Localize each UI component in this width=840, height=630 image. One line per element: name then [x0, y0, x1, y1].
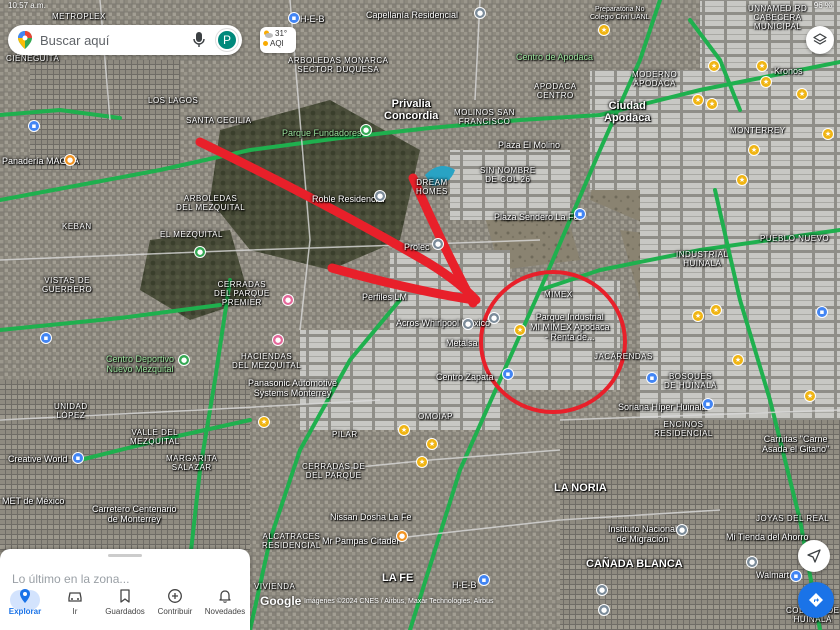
star-pin-icon[interactable]: ★	[732, 354, 744, 366]
place-pin-icon[interactable]: ●	[596, 584, 608, 596]
sheet-drag-handle[interactable]	[108, 554, 142, 557]
bell-icon	[219, 590, 231, 603]
star-pin-icon[interactable]: ★	[804, 390, 816, 402]
nav-contribuir[interactable]: Contribuir	[150, 588, 200, 616]
battery-status: 96 %	[813, 1, 832, 10]
aqi-label: AQI	[270, 39, 284, 48]
shopping-pin-icon[interactable]: ▪	[702, 398, 714, 410]
star-pin-icon[interactable]: ★	[710, 304, 722, 316]
star-pin-icon[interactable]: ★	[796, 88, 808, 100]
shopping-pin-icon[interactable]: ▪	[574, 208, 586, 220]
shopping-pin-icon[interactable]: ●	[282, 294, 294, 306]
food-pin-icon[interactable]: ●	[64, 154, 76, 166]
star-pin-icon[interactable]: ★	[756, 60, 768, 72]
shopping-pin-icon[interactable]: ▪	[790, 570, 802, 582]
status-time: 10:57 a.m.	[8, 1, 46, 10]
partly-cloudy-icon	[264, 30, 273, 38]
place-pin-icon[interactable]: ●	[598, 604, 610, 616]
bookmark-icon	[120, 589, 130, 603]
park-pin-icon[interactable]: ●	[178, 354, 190, 366]
food-pin-icon[interactable]: ●	[396, 530, 408, 542]
nav-explorar[interactable]: Explorar	[0, 588, 50, 616]
shopping-pin-icon[interactable]: ▪	[502, 368, 514, 380]
place-pin-icon[interactable]: ●	[676, 524, 688, 536]
place-pin-icon[interactable]: ●	[488, 312, 500, 324]
plus-circle-icon	[168, 589, 182, 603]
google-maps-logo-icon	[18, 31, 32, 49]
nav-label: Novedades	[204, 607, 246, 616]
star-pin-icon[interactable]: ★	[398, 424, 410, 436]
shopping-pin-icon[interactable]: ●	[272, 334, 284, 346]
star-pin-icon[interactable]: ★	[706, 98, 718, 110]
star-pin-icon[interactable]: ★	[258, 416, 270, 428]
bottom-navigation: Explorar Ir Guardados Contribuir Novedad…	[0, 584, 250, 630]
place-pin-icon[interactable]: ●	[462, 318, 474, 330]
place-pin-icon[interactable]: ●	[432, 238, 444, 250]
star-pin-icon[interactable]: ★	[416, 456, 428, 468]
star-pin-icon[interactable]: ★	[426, 438, 438, 450]
bottom-sheet[interactable]: Lo último en la zona... Explorar Ir Guar…	[0, 549, 250, 630]
my-location-button[interactable]	[798, 540, 830, 572]
star-pin-icon[interactable]: ★	[514, 324, 526, 336]
star-pin-icon[interactable]: ★	[708, 60, 720, 72]
shopping-pin-icon[interactable]: ▪	[40, 332, 52, 344]
directions-icon	[809, 593, 823, 607]
nav-guardados[interactable]: Guardados	[100, 588, 150, 616]
navigation-arrow-icon	[807, 549, 821, 563]
search-input[interactable]: Buscar aquí	[40, 33, 192, 48]
shopping-pin-icon[interactable]: ▪	[646, 372, 658, 384]
star-pin-icon[interactable]: ★	[692, 94, 704, 106]
map-canvas[interactable]: METROPLEX CIÉNEGUITA ARBOLEDAS MONARCA SE…	[0, 0, 840, 630]
nav-label: Ir	[72, 607, 78, 616]
layers-icon	[813, 33, 827, 45]
nav-label: Contribuir	[157, 607, 193, 616]
shopping-pin-icon[interactable]: ▪	[28, 120, 40, 132]
park-pin-icon[interactable]: ●	[360, 124, 372, 136]
pin-icon	[20, 589, 30, 603]
star-pin-icon[interactable]: ★	[598, 24, 610, 36]
layers-button[interactable]	[806, 26, 834, 54]
status-bar: 10:57 a.m. 96 %	[0, 0, 840, 12]
park-pin-icon[interactable]: ●	[194, 246, 206, 258]
shopping-pin-icon[interactable]: ▪	[478, 574, 490, 586]
star-pin-icon[interactable]: ★	[748, 144, 760, 156]
place-pin-icon[interactable]: ●	[746, 556, 758, 568]
nav-label: Explorar	[8, 607, 42, 616]
star-pin-icon[interactable]: ★	[822, 128, 834, 140]
weather-chip[interactable]: 31° AQI	[260, 27, 296, 53]
place-pin-icon[interactable]: ●	[374, 190, 386, 202]
temperature: 31°	[275, 29, 288, 38]
directions-button[interactable]	[798, 582, 834, 618]
imagery-attribution: Imágenes ©2024 CNES / Airbus, Maxar Tech…	[304, 598, 494, 605]
nav-novedades[interactable]: Novedades	[200, 588, 250, 616]
nav-label: Guardados	[105, 607, 145, 616]
microphone-icon[interactable]	[192, 32, 206, 48]
aqi-dot-icon	[263, 41, 268, 46]
shopping-pin-icon[interactable]: ▪	[816, 306, 828, 318]
star-pin-icon[interactable]: ★	[760, 76, 772, 88]
star-pin-icon[interactable]: ★	[736, 174, 748, 186]
shopping-pin-icon[interactable]: ▪	[288, 12, 300, 24]
search-bar[interactable]: Buscar aquí P	[8, 25, 242, 55]
profile-avatar[interactable]: P	[216, 29, 238, 51]
star-pin-icon[interactable]: ★	[692, 310, 704, 322]
car-icon	[68, 592, 82, 602]
google-logo: Google	[260, 594, 302, 608]
shopping-pin-icon[interactable]: ▪	[72, 452, 84, 464]
nav-ir[interactable]: Ir	[50, 588, 100, 616]
